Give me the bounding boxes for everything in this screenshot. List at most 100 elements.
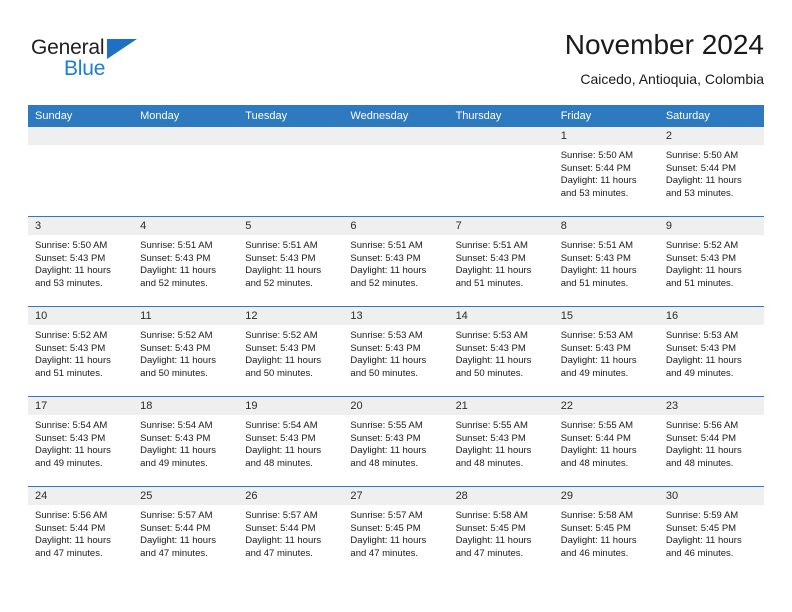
sunrise-text: Sunrise: 5:58 AM (560, 510, 634, 521)
logo-triangle-icon (107, 39, 137, 59)
calendar-day-cell[interactable]: 30 Sunrise: 5:59 AM Sunset: 5:45 PM Dayligh… (658, 487, 764, 576)
calendar-cell (133, 127, 239, 217)
day-number: 27 (343, 487, 449, 505)
calendar-day-cell[interactable]: 3 Sunrise: 5:50 AM Sunset: 5:43 PM Daylight… (28, 217, 134, 306)
calendar-day-cell[interactable]: 10 Sunrise: 5:52 AM Sunset: 5:43 PM Dayligh… (28, 307, 134, 396)
daylight-text-line1: Daylight: 11 hours (560, 175, 637, 187)
calendar-day-cell[interactable]: 23 Sunrise: 5:56 AM Sunset: 5:44 PM Dayligh… (658, 397, 764, 486)
day-number: 25 (133, 487, 239, 505)
sunset-text: Sunset: 5:43 PM (350, 432, 421, 444)
day-details: Sunrise: 5:57 AM Sunset: 5:44 PM Daylight:… (133, 505, 238, 560)
day-details: Sunrise: 5:55 AM Sunset: 5:43 PM Daylight:… (449, 415, 554, 470)
day-details: Sunrise: 5:51 AM Sunset: 5:43 PM Daylight:… (238, 235, 343, 290)
day-number: 29 (553, 487, 659, 505)
calendar-day-cell[interactable]: 1 Sunrise: 5:50 AM Sunset: 5:44 PM Daylight… (553, 127, 659, 216)
sunset-text: Sunset: 5:43 PM (455, 252, 526, 264)
daylight-text-line1: Daylight: 11 hours (245, 265, 322, 277)
calendar-day-cell-empty (238, 127, 344, 216)
sunset-text: Sunset: 5:43 PM (560, 252, 631, 264)
calendar-day-cell[interactable]: 2 Sunrise: 5:50 AM Sunset: 5:44 PM Daylight… (658, 127, 764, 216)
sunrise-text: Sunrise: 5:58 AM (455, 510, 528, 521)
day-details: Sunrise: 5:57 AM Sunset: 5:44 PM Daylight:… (238, 505, 343, 560)
calendar-day-cell[interactable]: 29 Sunrise: 5:58 AM Sunset: 5:45 PM Dayligh… (553, 487, 659, 576)
calendar-week-row: 3 Sunrise: 5:50 AM Sunset: 5:43 PM Daylight… (28, 216, 764, 307)
sunset-text: Sunset: 5:43 PM (350, 252, 421, 264)
calendar-day-cell[interactable]: 15 Sunrise: 5:53 AM Sunset: 5:43 PM Dayligh… (553, 307, 659, 396)
day-number: 7 (448, 217, 554, 235)
calendar-day-cell[interactable]: 28 Sunrise: 5:58 AM Sunset: 5:45 PM Dayligh… (448, 487, 554, 576)
calendar-day-cell[interactable]: 7 Sunrise: 5:51 AM Sunset: 5:43 PM Daylight… (448, 217, 554, 306)
sunrise-text: Sunrise: 5:52 AM (140, 330, 213, 341)
daylight-text-line2: and 49 minutes. (140, 457, 208, 469)
day-number: 1 (553, 127, 659, 145)
day-number: 4 (133, 217, 239, 235)
calendar-cell: 24 Sunrise: 5:56 AM Sunset: 5:44 PM Dayligh… (28, 486, 134, 576)
daylight-text-line1: Daylight: 11 hours (35, 355, 111, 367)
calendar-day-cell[interactable]: 14 Sunrise: 5:53 AM Sunset: 5:43 PM Dayligh… (448, 307, 554, 396)
calendar-day-cell[interactable]: 13 Sunrise: 5:53 AM Sunset: 5:43 PM Dayligh… (343, 307, 449, 396)
calendar-day-cell[interactable]: 21 Sunrise: 5:55 AM Sunset: 5:43 PM Dayligh… (448, 397, 554, 486)
day-details: Sunrise: 5:56 AM Sunset: 5:44 PM Daylight:… (659, 415, 764, 470)
calendar-day-cell-empty (343, 127, 449, 216)
day-details: Sunrise: 5:55 AM Sunset: 5:44 PM Daylight:… (554, 415, 659, 470)
calendar-week-row: 17 Sunrise: 5:54 AM Sunset: 5:43 PM Dayligh… (28, 396, 764, 487)
calendar-day-cell[interactable]: 19 Sunrise: 5:54 AM Sunset: 5:43 PM Dayligh… (238, 397, 344, 486)
calendar-cell: 25 Sunrise: 5:57 AM Sunset: 5:44 PM Dayligh… (133, 486, 239, 576)
day-details (343, 145, 448, 150)
day-details: Sunrise: 5:58 AM Sunset: 5:45 PM Daylight:… (449, 505, 554, 560)
calendar-day-cell[interactable]: 18 Sunrise: 5:54 AM Sunset: 5:43 PM Dayligh… (133, 397, 239, 486)
calendar-day-cell[interactable]: 12 Sunrise: 5:52 AM Sunset: 5:43 PM Dayligh… (238, 307, 344, 396)
sunrise-text: Sunrise: 5:50 AM (560, 150, 634, 161)
sunrise-text: Sunrise: 5:56 AM (665, 420, 739, 431)
weekday-header-tuesday: Tuesday (238, 105, 344, 127)
calendar-day-cell[interactable]: 16 Sunrise: 5:53 AM Sunset: 5:43 PM Dayligh… (658, 307, 764, 396)
daylight-text-line2: and 50 minutes. (140, 367, 208, 379)
day-number: 22 (553, 397, 659, 415)
calendar-cell: 9 Sunrise: 5:52 AM Sunset: 5:43 PM Daylight… (658, 216, 764, 307)
generalblue-logo[interactable]: General Blue (31, 36, 166, 84)
calendar-day-cell[interactable]: 5 Sunrise: 5:51 AM Sunset: 5:43 PM Daylight… (238, 217, 344, 306)
calendar-cell: 18 Sunrise: 5:54 AM Sunset: 5:43 PM Dayligh… (133, 396, 239, 487)
daylight-text-line1: Daylight: 11 hours (455, 445, 532, 457)
calendar-grid: Sunday Monday Tuesday Wednesday Thursday… (28, 105, 764, 576)
sunrise-text: Sunrise: 5:51 AM (245, 240, 318, 251)
calendar-day-cell[interactable]: 25 Sunrise: 5:57 AM Sunset: 5:44 PM Dayligh… (133, 487, 239, 576)
sunrise-text: Sunrise: 5:50 AM (665, 150, 739, 161)
day-number: 3 (28, 217, 134, 235)
calendar-cell (28, 127, 134, 217)
day-details (28, 145, 133, 150)
weekday-header-sunday: Sunday (28, 105, 134, 127)
calendar-cell: 2 Sunrise: 5:50 AM Sunset: 5:44 PM Daylight… (658, 127, 764, 217)
calendar-day-cell[interactable]: 20 Sunrise: 5:55 AM Sunset: 5:43 PM Dayligh… (343, 397, 449, 486)
day-details: Sunrise: 5:54 AM Sunset: 5:43 PM Daylight:… (28, 415, 133, 470)
calendar-day-cell[interactable]: 4 Sunrise: 5:51 AM Sunset: 5:43 PM Daylight… (133, 217, 239, 306)
weekday-header-saturday: Saturday (658, 105, 764, 127)
day-number: 19 (238, 397, 344, 415)
calendar-day-cell[interactable]: 26 Sunrise: 5:57 AM Sunset: 5:44 PM Dayligh… (238, 487, 344, 576)
day-number: 13 (343, 307, 449, 325)
calendar-week-row: 1 Sunrise: 5:50 AM Sunset: 5:44 PM Daylight… (28, 127, 764, 217)
calendar-day-cell[interactable]: 27 Sunrise: 5:57 AM Sunset: 5:45 PM Dayligh… (343, 487, 449, 576)
day-details: Sunrise: 5:52 AM Sunset: 5:43 PM Daylight:… (133, 325, 238, 380)
daylight-text-line2: and 53 minutes. (665, 187, 734, 199)
day-number: 14 (448, 307, 554, 325)
calendar-day-cell[interactable]: 11 Sunrise: 5:52 AM Sunset: 5:43 PM Dayligh… (133, 307, 239, 396)
day-number (28, 127, 134, 145)
calendar-day-cell[interactable]: 22 Sunrise: 5:55 AM Sunset: 5:44 PM Dayligh… (553, 397, 659, 486)
sunset-text: Sunset: 5:43 PM (140, 432, 211, 444)
calendar-cell (238, 127, 344, 217)
daylight-text-line2: and 47 minutes. (350, 547, 419, 559)
calendar-cell: 4 Sunrise: 5:51 AM Sunset: 5:43 PM Daylight… (133, 216, 239, 307)
calendar-day-cell[interactable]: 9 Sunrise: 5:52 AM Sunset: 5:43 PM Daylight… (658, 217, 764, 306)
daylight-text-line2: and 51 minutes. (35, 367, 103, 379)
day-number: 24 (28, 487, 134, 505)
calendar-day-cell[interactable]: 24 Sunrise: 5:56 AM Sunset: 5:44 PM Dayligh… (28, 487, 134, 576)
calendar-day-cell[interactable]: 8 Sunrise: 5:51 AM Sunset: 5:43 PM Daylight… (553, 217, 659, 306)
calendar-day-cell[interactable]: 17 Sunrise: 5:54 AM Sunset: 5:43 PM Dayligh… (28, 397, 134, 486)
calendar-day-cell-empty (28, 127, 134, 216)
sunrise-text: Sunrise: 5:57 AM (350, 510, 423, 521)
daylight-text-line2: and 47 minutes. (245, 547, 313, 559)
calendar-day-cell[interactable]: 6 Sunrise: 5:51 AM Sunset: 5:43 PM Daylight… (343, 217, 449, 306)
sunrise-text: Sunrise: 5:55 AM (560, 420, 634, 431)
daylight-text-line1: Daylight: 11 hours (665, 535, 742, 547)
